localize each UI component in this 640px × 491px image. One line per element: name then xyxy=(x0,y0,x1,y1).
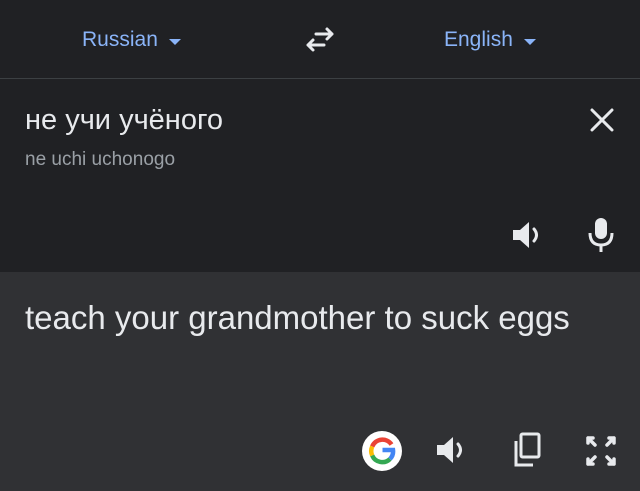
copy-translation-button[interactable] xyxy=(512,432,542,468)
translation-listen-button[interactable] xyxy=(434,434,470,466)
microphone-icon xyxy=(588,218,614,252)
language-bar: Russian English xyxy=(0,0,640,79)
swap-arrows-icon xyxy=(306,27,334,52)
target-language-selector[interactable]: English xyxy=(444,28,536,52)
copy-icon xyxy=(514,432,541,467)
swap-languages-button[interactable] xyxy=(302,26,338,54)
close-icon xyxy=(590,108,614,132)
source-language-label: Russian xyxy=(82,28,158,51)
fullscreen-button[interactable] xyxy=(584,434,618,468)
google-logo-icon xyxy=(368,437,396,465)
source-listen-button[interactable] xyxy=(510,219,546,251)
chevron-down-icon xyxy=(168,38,181,45)
translation-text: teach your grandmother to suck eggs xyxy=(25,299,570,336)
google-button[interactable] xyxy=(362,431,402,471)
source-language-selector[interactable]: Russian xyxy=(82,28,181,52)
chevron-down-icon xyxy=(523,38,536,45)
microphone-button[interactable] xyxy=(586,216,616,254)
speaker-icon xyxy=(513,222,538,248)
source-text-input[interactable]: не учи учёного xyxy=(25,104,223,137)
source-panel: не учи учёного ne uchi uchonogo xyxy=(0,79,640,272)
source-transliteration: ne uchi uchonogo xyxy=(25,149,176,170)
target-language-label: English xyxy=(444,28,513,51)
translation-panel: teach your grandmother to suck eggs xyxy=(0,272,640,491)
fullscreen-icon xyxy=(586,436,616,466)
speaker-icon xyxy=(437,437,462,463)
clear-text-button[interactable] xyxy=(588,106,616,134)
